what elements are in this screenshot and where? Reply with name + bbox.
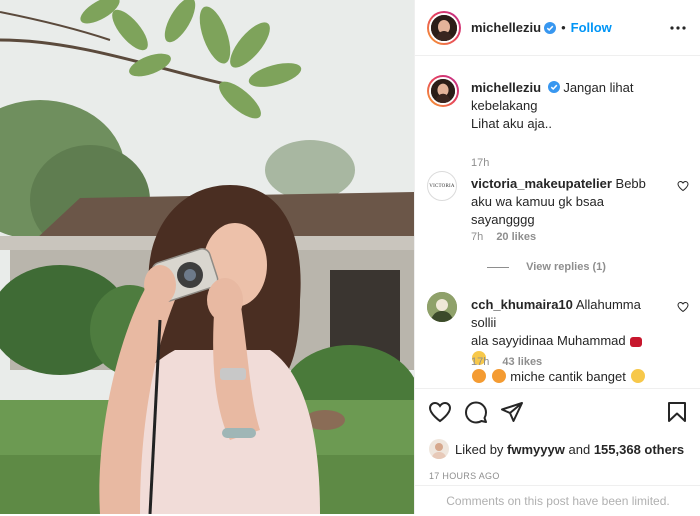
comment-line-1: Bebb bbox=[615, 176, 646, 191]
view-replies-button[interactable]: View replies (1) bbox=[487, 261, 606, 273]
comments-limited-notice: Comments on this post have been limited. bbox=[415, 485, 700, 515]
verified-icon bbox=[544, 21, 557, 34]
caption-entry: michelleziu Jangan lihat kebelakang Liha… bbox=[427, 75, 689, 169]
caption-avatar-image bbox=[429, 77, 457, 105]
lips-emoji-icon bbox=[630, 337, 643, 347]
commenter-avatar-logo: VICTORIA bbox=[429, 183, 455, 189]
caption-avatar[interactable] bbox=[427, 75, 459, 107]
caption-line-3: Lihat aku aja.. bbox=[471, 116, 552, 131]
post-side-panel: michelleziu • Follow michelleziu Jangan … bbox=[414, 0, 700, 514]
liked-by-prefix: Liked by bbox=[455, 441, 504, 457]
more-options-icon[interactable] bbox=[669, 19, 687, 37]
view-replies-label: View replies (1) bbox=[526, 261, 606, 273]
share-icon[interactable] bbox=[500, 400, 524, 424]
commenter-avatar[interactable]: VICTORIA bbox=[427, 171, 457, 201]
caption-username[interactable]: michelleziu bbox=[471, 80, 541, 95]
liked-by-user[interactable]: fwmyyyw bbox=[507, 442, 565, 457]
author-avatar-image bbox=[429, 12, 459, 43]
bookmark-icon[interactable] bbox=[665, 400, 689, 424]
author-avatar[interactable] bbox=[427, 10, 461, 45]
crying-emoji-icon bbox=[630, 369, 645, 383]
caption-text: michelleziu Jangan lihat kebelakang Liha… bbox=[471, 79, 661, 133]
instagram-post: michelleziu • Follow michelleziu Jangan … bbox=[0, 0, 700, 514]
commenter-avatar[interactable] bbox=[427, 292, 457, 322]
comment-meta: 7h 20 likes bbox=[471, 231, 536, 243]
comment-line-2: aku wa kamuu gk bsaa bbox=[471, 194, 604, 209]
comment-meta: 17h 43 likes bbox=[471, 356, 542, 368]
commenter-avatar-image bbox=[427, 292, 457, 322]
author-username[interactable]: michelleziu bbox=[471, 20, 541, 35]
like-comment-heart-icon[interactable] bbox=[677, 180, 689, 192]
liked-by-and: and bbox=[568, 441, 591, 457]
caption-time: 17h bbox=[471, 157, 490, 169]
comment-line-2: ala sayyidinaa Muhammad bbox=[471, 333, 626, 348]
comment-item: cch_khumaira10 Allahumma sollii ala sayy… bbox=[427, 292, 689, 387]
liked-by-summary[interactable]: Liked by fwmyyyw and 155,368 others bbox=[429, 439, 684, 459]
heart-eyes-emoji-icon bbox=[472, 369, 486, 383]
comment-text: cch_khumaira10 Allahumma sollii ala sayy… bbox=[471, 296, 661, 386]
comment-time: 17h bbox=[471, 356, 490, 368]
follow-button[interactable]: Follow bbox=[571, 20, 612, 35]
like-comment-heart-icon[interactable] bbox=[677, 301, 689, 313]
heart-eyes-emoji-icon bbox=[491, 369, 506, 383]
post-actions: Liked by fwmyyyw and 155,368 others 17 H… bbox=[415, 388, 700, 514]
photo-illustration bbox=[0, 0, 414, 514]
separator-dot: • bbox=[561, 20, 566, 35]
caption-line-2: kebelakang bbox=[471, 98, 538, 113]
comment-icon[interactable] bbox=[464, 400, 488, 424]
commenter-username[interactable]: cch_khumaira10 bbox=[471, 297, 573, 312]
post-photo[interactable] bbox=[0, 0, 414, 514]
commenter-username[interactable]: victoria_makeupatelier bbox=[471, 176, 612, 191]
liker-avatar bbox=[429, 439, 449, 459]
comment-item: VICTORIA victoria_makeupatelier Bebb aku… bbox=[427, 171, 689, 281]
comment-time: 7h bbox=[471, 231, 484, 243]
comment-text: victoria_makeupatelier Bebb aku wa kamuu… bbox=[471, 175, 661, 229]
liked-by-count[interactable]: 155,368 others bbox=[594, 442, 684, 457]
post-timestamp[interactable]: 17 HOURS AGO bbox=[429, 471, 500, 481]
heart-icon[interactable] bbox=[428, 400, 452, 424]
comments-list[interactable]: michelleziu Jangan lihat kebelakang Liha… bbox=[415, 57, 700, 387]
replies-divider bbox=[487, 266, 509, 268]
comment-line-3: miche cantik banget bbox=[510, 369, 626, 384]
post-header: michelleziu • Follow bbox=[415, 0, 700, 56]
verified-icon bbox=[547, 81, 560, 93]
caption-line-1: Jangan lihat bbox=[563, 80, 634, 95]
comment-likes[interactable]: 43 likes bbox=[502, 356, 542, 368]
comment-line-3: sayangggg bbox=[471, 212, 535, 227]
comment-likes[interactable]: 20 likes bbox=[496, 231, 536, 243]
